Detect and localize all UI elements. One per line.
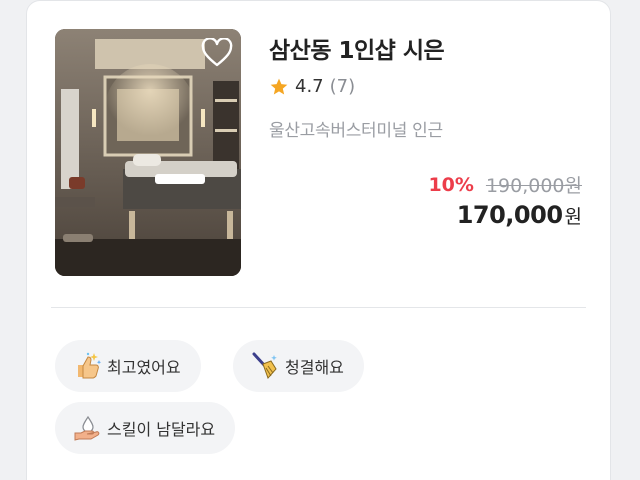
divider (51, 307, 586, 308)
thumbs-up-sparkle-icon (71, 350, 103, 382)
heart-outline-icon (201, 38, 233, 67)
review-tag-label: 청결해요 (285, 358, 344, 377)
review-tag-best[interactable]: 최고였어요 (55, 340, 201, 392)
rating: 4.7 (7) (269, 76, 355, 97)
review-tag-label: 최고였어요 (107, 358, 181, 377)
currency-unit: 원 (564, 206, 582, 228)
price-row: 10% 190,000원 (428, 171, 582, 198)
final-price-row: 170,000 원 (457, 201, 582, 229)
final-price: 170,000 (456, 201, 563, 229)
review-tag-label: 스킬이 남달라요 (107, 420, 216, 439)
shop-title[interactable]: 삼산동 1인샵 시은 (269, 31, 445, 65)
favorite-button[interactable] (199, 35, 235, 71)
rating-score: 4.7 (295, 76, 324, 97)
original-price: 190,000원 (485, 175, 582, 197)
broom-icon (249, 350, 281, 382)
star-icon (270, 78, 288, 94)
listing-thumbnail[interactable] (55, 29, 241, 276)
review-count[interactable]: (7) (330, 76, 356, 97)
location-text: 울산고속버스터미널 인근 (269, 121, 443, 141)
review-tag-skill[interactable]: 스킬이 남달라요 (55, 402, 236, 454)
hand-water-drop-icon (71, 412, 103, 444)
review-tag-clean[interactable]: 청결해요 (233, 340, 364, 392)
discount-rate: 10% (428, 173, 474, 196)
listing-card[interactable]: 삼산동 1인샵 시은 4.7 (7) 울산고속버스터미널 인근 10% 190,… (26, 0, 611, 480)
